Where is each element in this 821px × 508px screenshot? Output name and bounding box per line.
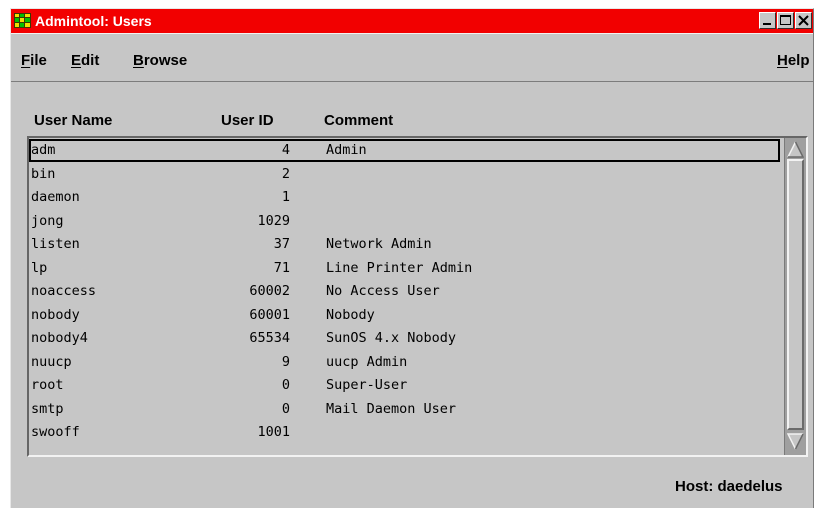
user-name-cell: swooff (31, 424, 80, 440)
user-name-cell: nuucp (31, 353, 72, 370)
user-id-cell: 0 (281, 400, 290, 417)
user-id-cell: 0 (281, 377, 290, 393)
user-list-frame: adm 4 Admin bin 2 daemon 1 jong 1029 listen 37 Netw… (27, 136, 808, 457)
table-row[interactable]: root 0 Super-User (29, 374, 780, 397)
table-row[interactable]: daemon 1 (29, 186, 780, 209)
user-name-cell: smtp (31, 400, 64, 417)
table-row[interactable]: nuucp 9 uucp Admin (29, 351, 780, 374)
table-row[interactable]: bin 2 (29, 163, 780, 186)
user-id-cell: 1 (281, 189, 290, 205)
comment-cell: Admin (326, 142, 367, 158)
user-name-cell: root (31, 377, 64, 393)
table-row[interactable]: listen 37 Network Admin (29, 233, 780, 256)
user-name-cell: bin (31, 165, 56, 182)
user-id-cell: 71 (273, 259, 290, 276)
menu-bar: File Edit Browse Help (11, 33, 813, 82)
user-name-cell: daemon (31, 189, 80, 205)
table-row[interactable]: nobody4 65534 SunOS 4.x Nobody (29, 327, 780, 350)
menu-browse-label: rowse (143, 52, 188, 69)
scroll-down-button[interactable] (786, 433, 804, 450)
menu-help[interactable]: Help (777, 52, 810, 70)
scroll-up-button[interactable] (787, 141, 805, 158)
comment-cell: Line Printer Admin (326, 259, 473, 276)
user-id-cell: 2 (281, 165, 290, 182)
comment-cell: Super-User (326, 377, 408, 393)
user-id-cell: 4 (281, 142, 290, 158)
menu-edit[interactable]: Edit (71, 52, 99, 70)
user-id-cell: 60002 (249, 283, 290, 299)
minimize-icon (763, 23, 771, 25)
user-id-cell: 60001 (249, 306, 290, 323)
table-row[interactable]: noaccess 60002 No Access User (29, 280, 780, 303)
user-name-cell: adm (31, 142, 56, 158)
table-row[interactable]: lp 71 Line Printer Admin (29, 257, 780, 280)
user-id-cell: 1001 (257, 424, 290, 440)
user-name-cell: nobody4 (31, 330, 88, 346)
admintool-window: Admintool: Users File Edit Browse Help U… (10, 8, 814, 508)
vertical-scrollbar[interactable] (784, 138, 806, 455)
menu-browse-mnemonic: B (133, 52, 144, 69)
close-icon (798, 15, 809, 26)
comment-cell: Mail Daemon User (326, 400, 457, 417)
menu-file-label: ile (30, 52, 47, 69)
menu-edit-mnemonic: E (71, 52, 82, 69)
table-row[interactable]: nobody 60001 Nobody (29, 304, 780, 327)
maximize-button[interactable] (777, 12, 794, 29)
menu-help-label: elp (787, 52, 810, 69)
host-status: Host: daedelus (675, 478, 783, 495)
menu-edit-label: dit (81, 52, 100, 69)
menu-file[interactable]: File (21, 52, 47, 70)
user-id-cell: 37 (273, 236, 290, 252)
scrollbar-thumb[interactable] (787, 159, 804, 430)
table-row[interactable]: smtp 0 Mail Daemon User (29, 398, 780, 421)
comment-cell: SunOS 4.x Nobody (326, 330, 457, 346)
window-title: Admintool: Users (35, 13, 152, 29)
user-name-cell: noaccess (31, 283, 97, 299)
arrow-down-icon (786, 433, 804, 450)
column-header-user-name: User Name (34, 112, 113, 129)
admintool-app-icon[interactable] (14, 13, 31, 28)
table-row[interactable]: jong 1029 (29, 210, 780, 233)
column-header-comment: Comment (324, 112, 394, 129)
user-name-cell: nobody (31, 306, 80, 323)
comment-cell: uucp Admin (326, 353, 408, 370)
user-id-cell: 9 (281, 353, 290, 370)
table-row[interactable]: adm 4 Admin (29, 139, 780, 162)
title-bar[interactable]: Admintool: Users (11, 9, 813, 33)
menu-file-mnemonic: F (21, 52, 31, 69)
column-header-user-id: User ID (221, 112, 274, 129)
comment-cell: Network Admin (326, 236, 432, 252)
comment-cell: Nobody (326, 306, 375, 323)
user-list[interactable]: adm 4 Admin bin 2 daemon 1 jong 1029 listen 37 Netw… (29, 138, 784, 455)
close-button[interactable] (795, 12, 812, 29)
arrow-up-icon (787, 141, 805, 158)
user-name-cell: lp (31, 259, 48, 276)
user-id-cell: 1029 (257, 212, 290, 229)
table-row[interactable]: swooff 1001 (29, 421, 780, 444)
menu-browse[interactable]: Browse (133, 52, 187, 70)
user-name-cell: listen (31, 236, 80, 252)
minimize-button[interactable] (759, 12, 776, 29)
comment-cell: No Access User (326, 283, 440, 299)
user-name-cell: jong (31, 212, 64, 229)
user-id-cell: 65534 (249, 330, 290, 346)
menu-help-mnemonic: H (777, 52, 788, 69)
maximize-icon (780, 15, 791, 25)
